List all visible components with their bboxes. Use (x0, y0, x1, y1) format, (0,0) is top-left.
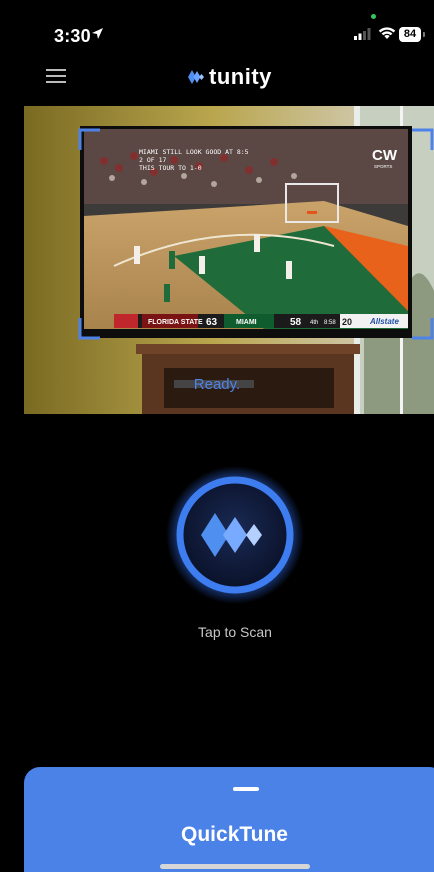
scan-button[interactable] (165, 465, 305, 605)
tv-home-team: MIAMI (236, 319, 257, 326)
tap-to-scan-label: Tap to Scan (198, 624, 272, 640)
tv-shot-clock: 20 (342, 317, 352, 327)
sheet-grabber-handle[interactable] (233, 787, 259, 791)
hamburger-menu-icon (46, 69, 66, 71)
tv-away-score: 63 (206, 317, 218, 328)
status-time: 3:30 (54, 26, 91, 46)
camera-preview: MIAMI STILL LOOK GOOD AT 8:5 2 OF 17 THI… (24, 106, 434, 414)
quicktune-title: QuickTune (181, 823, 288, 846)
tv-sponsor: Allstate (369, 317, 399, 326)
tunity-logo-icon (188, 70, 204, 84)
tv-clock: 8:58 (324, 320, 336, 326)
camera-feed-image: MIAMI STILL LOOK GOOD AT 8:5 2 OF 17 THI… (24, 106, 434, 414)
tv-home-score: 58 (290, 317, 302, 328)
tv-caption-line-1: MIAMI STILL LOOK GOOD AT 8:5 (139, 148, 249, 156)
tv-caption-line-3: THIS TOUR TO 1-0 (139, 164, 202, 172)
tv-period: 4th (310, 320, 318, 326)
tv-caption-line-2: 2 OF 17 (139, 156, 166, 164)
quicktune-sheet[interactable]: QuickTune (24, 767, 434, 872)
tv-channel-sub: SPORTS (374, 164, 392, 169)
battery-cap (423, 32, 425, 37)
scan-ring (166, 466, 304, 604)
scan-status-text: Ready. (193, 376, 241, 393)
menu-button[interactable] (46, 67, 66, 85)
brand-name: tunity (209, 64, 272, 89)
tv-channel-logo: CW (372, 147, 398, 164)
hamburger-line (46, 75, 66, 77)
location-arrow-icon (92, 28, 103, 39)
status-bar: 3:30 84 (0, 0, 434, 58)
privacy-indicator-dot (371, 14, 376, 19)
battery-level: 84 (399, 27, 421, 42)
tv-away-team: FLORIDA STATE (148, 319, 203, 326)
hamburger-line (46, 81, 66, 83)
wifi-icon (378, 27, 396, 39)
cellular-signal-icon (354, 28, 371, 40)
app-logo: tunity (187, 63, 272, 91)
home-indicator[interactable] (160, 864, 310, 869)
